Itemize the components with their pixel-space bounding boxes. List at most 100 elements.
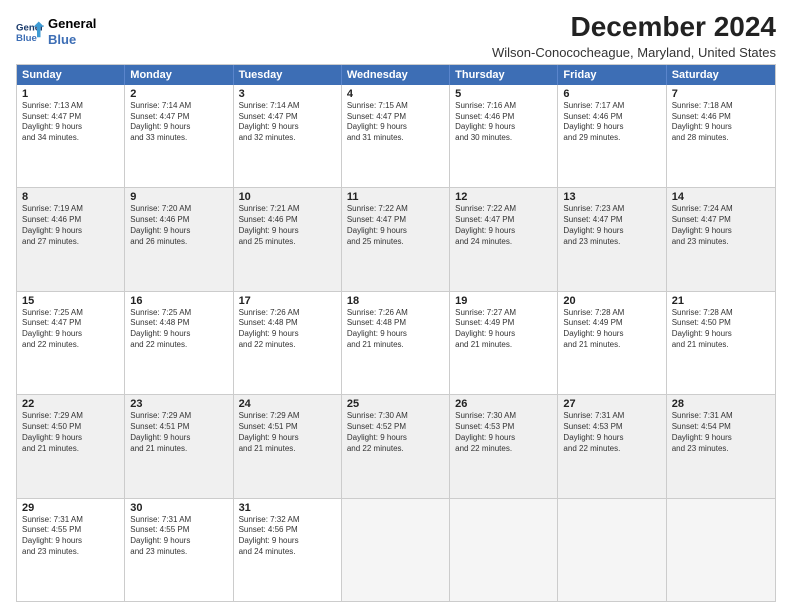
calendar-cell: 31Sunrise: 7:32 AM Sunset: 4:56 PM Dayli…: [234, 499, 342, 601]
day-number: 26: [455, 398, 552, 410]
day-number: 27: [563, 398, 660, 410]
logo: General Blue General Blue: [16, 16, 96, 47]
page: General Blue General Blue December 2024 …: [0, 0, 792, 612]
calendar-cell: 14Sunrise: 7:24 AM Sunset: 4:47 PM Dayli…: [667, 188, 775, 290]
calendar-cell: 4Sunrise: 7:15 AM Sunset: 4:47 PM Daylig…: [342, 85, 450, 187]
cell-info: Sunrise: 7:26 AM Sunset: 4:48 PM Dayligh…: [239, 308, 336, 351]
day-number: 24: [239, 398, 336, 410]
day-number: 25: [347, 398, 444, 410]
cell-info: Sunrise: 7:29 AM Sunset: 4:51 PM Dayligh…: [130, 411, 227, 454]
calendar-cell: 5Sunrise: 7:16 AM Sunset: 4:46 PM Daylig…: [450, 85, 558, 187]
cell-info: Sunrise: 7:14 AM Sunset: 4:47 PM Dayligh…: [130, 101, 227, 144]
day-number: 21: [672, 295, 770, 307]
day-number: 28: [672, 398, 770, 410]
calendar-cell: 3Sunrise: 7:14 AM Sunset: 4:47 PM Daylig…: [234, 85, 342, 187]
cell-info: Sunrise: 7:15 AM Sunset: 4:47 PM Dayligh…: [347, 101, 444, 144]
svg-text:Blue: Blue: [16, 32, 37, 43]
cell-info: Sunrise: 7:14 AM Sunset: 4:47 PM Dayligh…: [239, 101, 336, 144]
calendar-cell: 7Sunrise: 7:18 AM Sunset: 4:46 PM Daylig…: [667, 85, 775, 187]
calendar-cell: [667, 499, 775, 601]
cell-info: Sunrise: 7:19 AM Sunset: 4:46 PM Dayligh…: [22, 204, 119, 247]
calendar-cell: 21Sunrise: 7:28 AM Sunset: 4:50 PM Dayli…: [667, 292, 775, 394]
calendar-header: SundayMondayTuesdayWednesdayThursdayFrid…: [17, 65, 775, 85]
day-number: 9: [130, 191, 227, 203]
logo-text-general: General: [48, 16, 96, 32]
cell-info: Sunrise: 7:17 AM Sunset: 4:46 PM Dayligh…: [563, 101, 660, 144]
cell-info: Sunrise: 7:18 AM Sunset: 4:46 PM Dayligh…: [672, 101, 770, 144]
day-number: 19: [455, 295, 552, 307]
cell-info: Sunrise: 7:23 AM Sunset: 4:47 PM Dayligh…: [563, 204, 660, 247]
cell-info: Sunrise: 7:32 AM Sunset: 4:56 PM Dayligh…: [239, 515, 336, 558]
cell-info: Sunrise: 7:30 AM Sunset: 4:53 PM Dayligh…: [455, 411, 552, 454]
calendar-row-2: 8Sunrise: 7:19 AM Sunset: 4:46 PM Daylig…: [17, 187, 775, 290]
calendar-row-1: 1Sunrise: 7:13 AM Sunset: 4:47 PM Daylig…: [17, 85, 775, 187]
calendar-cell: 2Sunrise: 7:14 AM Sunset: 4:47 PM Daylig…: [125, 85, 233, 187]
cell-info: Sunrise: 7:28 AM Sunset: 4:50 PM Dayligh…: [672, 308, 770, 351]
day-number: 23: [130, 398, 227, 410]
calendar-cell: 1Sunrise: 7:13 AM Sunset: 4:47 PM Daylig…: [17, 85, 125, 187]
calendar-row-4: 22Sunrise: 7:29 AM Sunset: 4:50 PM Dayli…: [17, 394, 775, 497]
day-header-friday: Friday: [558, 65, 666, 85]
cell-info: Sunrise: 7:22 AM Sunset: 4:47 PM Dayligh…: [347, 204, 444, 247]
calendar-cell: 23Sunrise: 7:29 AM Sunset: 4:51 PM Dayli…: [125, 395, 233, 497]
cell-info: Sunrise: 7:24 AM Sunset: 4:47 PM Dayligh…: [672, 204, 770, 247]
calendar-cell: 9Sunrise: 7:20 AM Sunset: 4:46 PM Daylig…: [125, 188, 233, 290]
calendar-cell: 18Sunrise: 7:26 AM Sunset: 4:48 PM Dayli…: [342, 292, 450, 394]
calendar-cell: 8Sunrise: 7:19 AM Sunset: 4:46 PM Daylig…: [17, 188, 125, 290]
calendar-cell: 6Sunrise: 7:17 AM Sunset: 4:46 PM Daylig…: [558, 85, 666, 187]
cell-info: Sunrise: 7:31 AM Sunset: 4:55 PM Dayligh…: [130, 515, 227, 558]
day-number: 5: [455, 88, 552, 100]
calendar-cell: [450, 499, 558, 601]
day-number: 13: [563, 191, 660, 203]
day-number: 16: [130, 295, 227, 307]
header: General Blue General Blue December 2024 …: [16, 12, 776, 60]
logo-text-blue: Blue: [48, 32, 96, 48]
cell-info: Sunrise: 7:25 AM Sunset: 4:48 PM Dayligh…: [130, 308, 227, 351]
calendar-cell: 29Sunrise: 7:31 AM Sunset: 4:55 PM Dayli…: [17, 499, 125, 601]
cell-info: Sunrise: 7:16 AM Sunset: 4:46 PM Dayligh…: [455, 101, 552, 144]
cell-info: Sunrise: 7:20 AM Sunset: 4:46 PM Dayligh…: [130, 204, 227, 247]
day-number: 8: [22, 191, 119, 203]
cell-info: Sunrise: 7:29 AM Sunset: 4:50 PM Dayligh…: [22, 411, 119, 454]
cell-info: Sunrise: 7:27 AM Sunset: 4:49 PM Dayligh…: [455, 308, 552, 351]
calendar-row-5: 29 Sunrise: 7:31 AM Sunset: 4:55 PM Dayli…: [17, 498, 775, 601]
day-number: 7: [672, 88, 770, 100]
day-number: 12: [455, 191, 552, 203]
day-header-saturday: Saturday: [667, 65, 775, 85]
calendar-cell: 26Sunrise: 7:30 AM Sunset: 4:53 PM Dayli…: [450, 395, 558, 497]
cell-info: Sunrise: 7:31 AM Sunset: 4:54 PM Dayligh…: [672, 411, 770, 454]
calendar-cell: [342, 499, 450, 601]
calendar-cell: 12Sunrise: 7:22 AM Sunset: 4:47 PM Dayli…: [450, 188, 558, 290]
calendar-cell: 20Sunrise: 7:28 AM Sunset: 4:49 PM Dayli…: [558, 292, 666, 394]
day-number: 2: [130, 88, 227, 100]
day-number: 22: [22, 398, 119, 410]
calendar-cell: 10Sunrise: 7:21 AM Sunset: 4:46 PM Dayli…: [234, 188, 342, 290]
day-number: 3: [239, 88, 336, 100]
day-number: 18: [347, 295, 444, 307]
day-number: 4: [347, 88, 444, 100]
calendar-cell: 24Sunrise: 7:29 AM Sunset: 4:51 PM Dayli…: [234, 395, 342, 497]
day-number: 31: [239, 502, 336, 514]
main-title: December 2024: [492, 12, 776, 43]
day-number: 11: [347, 191, 444, 203]
calendar-cell: [558, 499, 666, 601]
cell-info: Sunrise: 7:29 AM Sunset: 4:51 PM Dayligh…: [239, 411, 336, 454]
day-number: 15: [22, 295, 119, 307]
day-header-tuesday: Tuesday: [234, 65, 342, 85]
cell-info: Sunrise: 7:13 AM Sunset: 4:47 PM Dayligh…: [22, 101, 119, 144]
calendar-cell: 17Sunrise: 7:26 AM Sunset: 4:48 PM Dayli…: [234, 292, 342, 394]
calendar-cell: 28Sunrise: 7:31 AM Sunset: 4:54 PM Dayli…: [667, 395, 775, 497]
title-block: December 2024 Wilson-Conococheague, Mary…: [492, 12, 776, 60]
cell-info: Sunrise: 7:21 AM Sunset: 4:46 PM Dayligh…: [239, 204, 336, 247]
calendar-cell: 13Sunrise: 7:23 AM Sunset: 4:47 PM Dayli…: [558, 188, 666, 290]
day-number: 10: [239, 191, 336, 203]
day-header-sunday: Sunday: [17, 65, 125, 85]
calendar: SundayMondayTuesdayWednesdayThursdayFrid…: [16, 64, 776, 602]
subtitle: Wilson-Conococheague, Maryland, United S…: [492, 45, 776, 60]
day-number: 14: [672, 191, 770, 203]
day-number: 30: [130, 502, 227, 514]
day-number: 29: [22, 502, 119, 514]
cell-info: Sunrise: 7:22 AM Sunset: 4:47 PM Dayligh…: [455, 204, 552, 247]
cell-info: Sunrise: 7:25 AM Sunset: 4:47 PM Dayligh…: [22, 308, 119, 351]
calendar-cell: 11Sunrise: 7:22 AM Sunset: 4:47 PM Dayli…: [342, 188, 450, 290]
